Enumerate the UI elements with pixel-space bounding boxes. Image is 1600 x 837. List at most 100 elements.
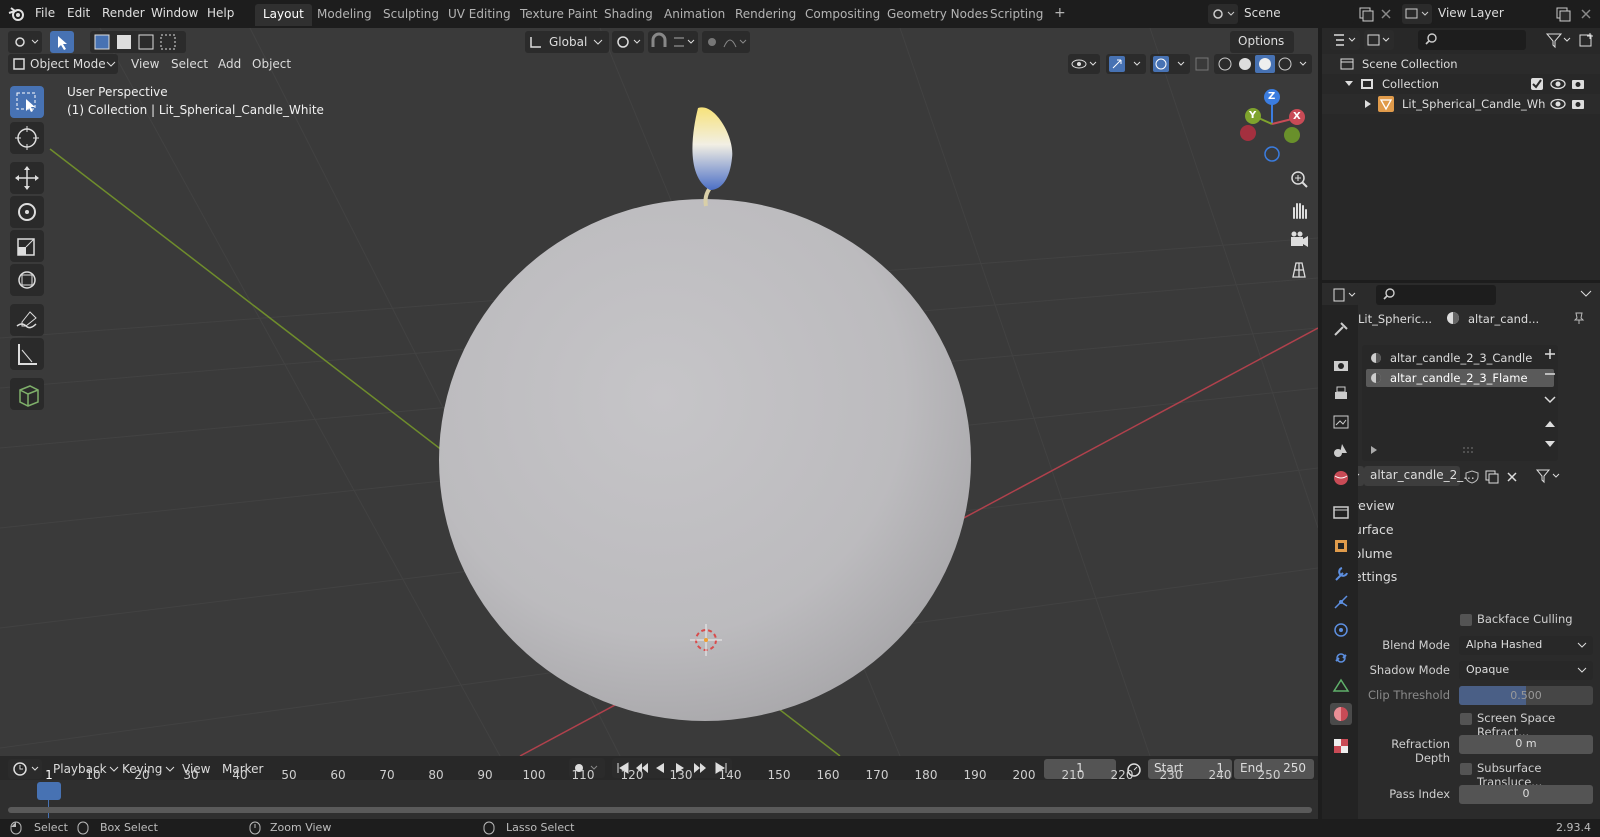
move-down-icon[interactable] — [1542, 436, 1558, 452]
eye-icon[interactable] — [1550, 77, 1566, 91]
screen-space-refraction-checkbox[interactable] — [1460, 713, 1472, 725]
backface-culling-checkbox[interactable] — [1460, 614, 1472, 626]
overlays-toggle[interactable] — [1150, 54, 1190, 74]
move-tool[interactable] — [10, 162, 44, 194]
measure-tool[interactable] — [10, 338, 44, 370]
clip-threshold-slider[interactable]: 0.500 — [1459, 686, 1593, 705]
menu-help[interactable]: Help — [207, 6, 234, 20]
properties-search-input[interactable] — [1376, 285, 1496, 305]
camera-view-button[interactable] — [1285, 226, 1313, 254]
timeline-frames-area[interactable] — [0, 780, 1318, 819]
tab-tool[interactable] — [1330, 318, 1352, 340]
pin-icon[interactable] — [1572, 311, 1586, 325]
candle-sphere[interactable] — [439, 199, 971, 721]
resize-grip-icon[interactable] — [1462, 447, 1476, 453]
material-slot-item[interactable]: altar_candle_2_3_Candle — [1366, 349, 1554, 367]
tab-animation[interactable]: Animation — [656, 4, 733, 26]
3d-viewport[interactable]: Global Options Object Mode View Select A… — [0, 28, 1318, 756]
menu-edit[interactable]: Edit — [67, 6, 90, 20]
tab-particles[interactable] — [1330, 591, 1352, 613]
tab-object[interactable] — [1330, 535, 1352, 557]
fake-user-shield-icon[interactable] — [1464, 469, 1480, 485]
tab-output[interactable] — [1330, 383, 1352, 405]
tab-constraints[interactable] — [1330, 647, 1352, 669]
select-box-tool[interactable] — [10, 86, 44, 118]
view-layer-name-field[interactable]: View Layer — [1432, 4, 1550, 24]
tab-physics[interactable] — [1330, 619, 1352, 641]
tab-world[interactable] — [1330, 467, 1352, 489]
mode-dropdown[interactable]: Object Mode — [8, 54, 118, 74]
playhead[interactable] — [37, 782, 61, 800]
annotate-tool[interactable] — [10, 304, 44, 336]
proportional-editing-group[interactable] — [702, 31, 750, 53]
tab-collection[interactable] — [1330, 501, 1352, 523]
scale-tool[interactable] — [10, 230, 44, 262]
rotate-tool[interactable] — [10, 196, 44, 228]
material-name-field[interactable]: altar_candle_2_... — [1364, 466, 1475, 486]
shadow-mode-dropdown[interactable]: Opaque — [1459, 661, 1593, 680]
viewport-menu-view[interactable]: View — [131, 57, 159, 71]
add-cube-tool[interactable] — [10, 378, 44, 410]
visibility-dropdown[interactable] — [1068, 54, 1100, 74]
tab-layout[interactable]: Layout — [255, 4, 312, 26]
remove-slot-icon[interactable] — [1542, 366, 1558, 382]
tab-modifiers[interactable] — [1330, 563, 1352, 585]
camera-render-icon[interactable] — [1570, 97, 1586, 111]
subsurface-translucency-checkbox[interactable] — [1460, 763, 1472, 775]
viewport-menu-add[interactable]: Add — [218, 57, 241, 71]
outliner-search-input[interactable] — [1418, 30, 1526, 50]
eye-icon[interactable] — [1550, 97, 1566, 111]
outliner-row-object[interactable]: Lit_Spherical_Candle_Wh — [1322, 94, 1600, 114]
outliner-editor-type-button[interactable] — [1330, 30, 1360, 50]
options-dropdown[interactable]: Options — [1230, 31, 1294, 53]
blend-mode-dropdown[interactable]: Alpha Hashed — [1459, 636, 1593, 655]
viewport-menu-select[interactable]: Select — [171, 57, 208, 71]
delete-view-layer-icon[interactable] — [1578, 6, 1594, 22]
transform-tool[interactable] — [10, 264, 44, 296]
outliner-row-collection[interactable]: Collection — [1322, 74, 1600, 94]
viewport-menu-object[interactable]: Object — [252, 57, 291, 71]
tab-scripting[interactable]: Scripting — [982, 4, 1051, 26]
filter-icon[interactable] — [1544, 31, 1572, 49]
snapping-group[interactable] — [648, 31, 698, 53]
perspective-toggle-button[interactable] — [1285, 256, 1313, 284]
timeline-scrollbar[interactable] — [8, 807, 1312, 813]
new-scene-icon[interactable] — [1358, 6, 1374, 22]
scene-name-field[interactable]: Scene — [1238, 4, 1354, 24]
properties-editor-type-button[interactable] — [1330, 285, 1360, 305]
cursor-tool[interactable] — [10, 122, 44, 154]
menu-file[interactable]: File — [35, 6, 55, 20]
camera-render-icon[interactable] — [1570, 77, 1586, 91]
material-slots-list[interactable]: altar_candle_2_3_Candle altar_candle_2_3… — [1362, 345, 1558, 461]
chevron-down-icon[interactable] — [1580, 289, 1592, 299]
display-mode-button[interactable] — [1364, 30, 1394, 50]
tab-texture-paint[interactable]: Texture Paint — [512, 4, 605, 26]
tab-view-layer[interactable] — [1330, 411, 1352, 433]
view-layer-selector-button[interactable] — [1402, 4, 1432, 24]
duplicate-material-icon[interactable] — [1484, 469, 1500, 485]
xray-icon[interactable] — [1194, 56, 1210, 72]
tab-rendering[interactable]: Rendering — [727, 4, 804, 26]
gizmo-toggle[interactable] — [1106, 54, 1146, 74]
tab-shading[interactable]: Shading — [596, 4, 661, 26]
exclude-checkbox-icon[interactable] — [1530, 77, 1544, 91]
new-collection-icon[interactable] — [1578, 31, 1596, 49]
tab-modeling[interactable]: Modeling — [309, 4, 380, 26]
editor-type-button[interactable] — [8, 31, 42, 53]
collapsed-arrow-icon[interactable] — [1364, 99, 1372, 109]
collapsed-arrow-icon[interactable] — [1370, 445, 1378, 455]
menu-render[interactable]: Render — [102, 6, 145, 20]
tab-geometry-nodes[interactable]: Geometry Nodes — [879, 4, 996, 26]
refraction-depth-field[interactable]: 0 m — [1459, 735, 1593, 754]
tab-sculpting[interactable]: Sculpting — [375, 4, 447, 26]
scene-selector-button[interactable] — [1208, 4, 1238, 24]
material-slot-item-active[interactable]: altar_candle_2_3_Flame — [1366, 369, 1554, 387]
node-filter-icon[interactable] — [1534, 467, 1562, 485]
move-up-icon[interactable] — [1542, 416, 1558, 432]
slot-specials-icon[interactable] — [1542, 391, 1558, 407]
tab-scene[interactable] — [1330, 439, 1352, 461]
outliner-row-scene-collection[interactable]: Scene Collection — [1322, 54, 1600, 74]
pass-index-field[interactable]: 0 — [1459, 785, 1593, 804]
shading-mode-group[interactable] — [1214, 54, 1312, 74]
delete-scene-icon[interactable] — [1378, 6, 1394, 22]
